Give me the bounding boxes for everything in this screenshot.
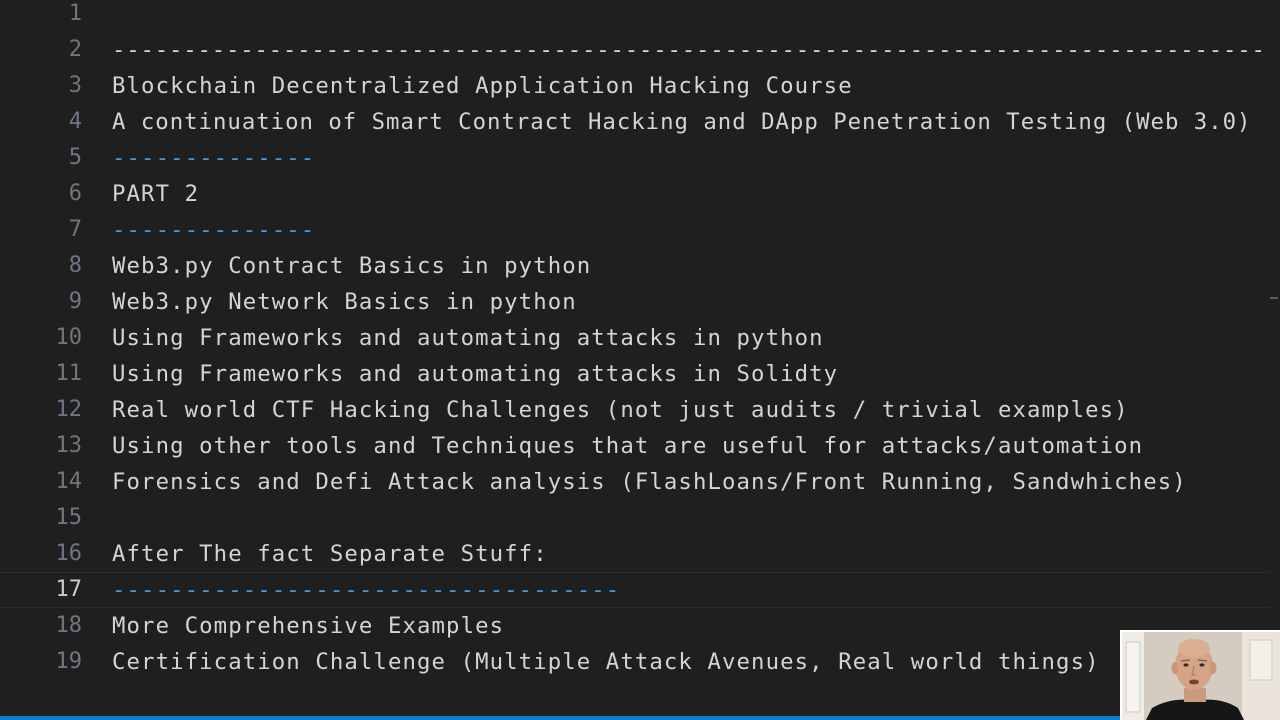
editor-line: 5 -------------- xyxy=(0,140,1270,176)
editor-line: 4 A continuation of Smart Contract Hacki… xyxy=(0,104,1270,140)
markdown-rule[interactable]: ----------------------------------- xyxy=(112,572,620,608)
editor-line: 18 More Comprehensive Examples xyxy=(0,608,1270,644)
line-number: 1 xyxy=(68,1,82,26)
line-text[interactable]: Web3.py Network Basics in python xyxy=(112,284,577,320)
editor-line: 14 Forensics and Defi Attack analysis (F… xyxy=(0,464,1270,500)
line-number: 7 xyxy=(68,217,82,242)
editor-line: 11 Using Frameworks and automating attac… xyxy=(0,356,1270,392)
markdown-rule[interactable]: -------------- xyxy=(112,140,315,176)
line-number: 10 xyxy=(55,325,83,350)
line-number: 9 xyxy=(68,289,82,314)
line-number: 11 xyxy=(55,361,83,386)
editor-line: 10 Using Frameworks and automating attac… xyxy=(0,320,1270,356)
presenter-webcam xyxy=(1120,630,1280,720)
editor-line: 8 Web3.py Contract Basics in python xyxy=(0,248,1270,284)
line-number: 12 xyxy=(55,397,83,422)
editor-line-current: 17 ----------------------------------- xyxy=(0,572,1270,608)
line-number: 4 xyxy=(68,109,82,134)
line-number: 16 xyxy=(55,541,83,566)
editor-line: 15 xyxy=(0,500,1270,536)
line-number: 3 xyxy=(68,73,82,98)
line-text[interactable]: More Comprehensive Examples xyxy=(112,608,504,644)
line-text[interactable]: Web3.py Contract Basics in python xyxy=(112,248,591,284)
line-number: 6 xyxy=(68,181,82,206)
line-number: 18 xyxy=(55,613,83,638)
line-text[interactable]: Blockchain Decentralized Application Hac… xyxy=(112,68,853,104)
line-number: 2 xyxy=(68,37,82,62)
editor-line: 3 Blockchain Decentralized Application H… xyxy=(0,68,1270,104)
line-text[interactable]: Using Frameworks and automating attacks … xyxy=(112,356,838,392)
line-text[interactable]: Using other tools and Techniques that ar… xyxy=(112,428,1143,464)
scrollbar-marker[interactable] xyxy=(1270,297,1278,299)
editor-line: 6 PART 2 xyxy=(0,176,1270,212)
line-number: 8 xyxy=(68,253,82,278)
editor-line: 9 Web3.py Network Basics in python xyxy=(0,284,1270,320)
line-number: 15 xyxy=(55,505,83,530)
editor-line: 1 xyxy=(0,0,1270,32)
line-number: 17 xyxy=(55,577,83,602)
line-number: 13 xyxy=(55,433,83,458)
line-text[interactable]: Certification Challenge (Multiple Attack… xyxy=(112,644,1100,680)
line-text[interactable]: Forensics and Defi Attack analysis (Flas… xyxy=(112,464,1187,500)
line-text[interactable]: PART 2 xyxy=(112,176,199,212)
status-bar xyxy=(0,716,1280,720)
line-text[interactable]: ----------------------------------------… xyxy=(112,32,1266,68)
code-editor[interactable]: 1 2 ------------------------------------… xyxy=(0,0,1280,716)
line-number: 19 xyxy=(55,649,83,674)
line-number: 14 xyxy=(55,469,83,494)
editor-line: 13 Using other tools and Techniques that… xyxy=(0,428,1270,464)
markdown-rule[interactable]: -------------- xyxy=(112,212,315,248)
line-text[interactable]: After The fact Separate Stuff: xyxy=(112,536,548,572)
line-text[interactable]: Real world CTF Hacking Challenges (not j… xyxy=(112,392,1129,428)
editor-line: 2 --------------------------------------… xyxy=(0,32,1270,68)
editor-line: 19 Certification Challenge (Multiple Att… xyxy=(0,644,1270,680)
line-text[interactable]: A continuation of Smart Contract Hacking… xyxy=(112,104,1252,140)
editor-line: 12 Real world CTF Hacking Challenges (no… xyxy=(0,392,1270,428)
presenter-webcam-icon xyxy=(1122,632,1280,720)
editor-line: 7 -------------- xyxy=(0,212,1270,248)
line-text[interactable]: Using Frameworks and automating attacks … xyxy=(112,320,824,356)
editor-line: 16 After The fact Separate Stuff: xyxy=(0,536,1270,572)
line-number: 5 xyxy=(68,145,82,170)
